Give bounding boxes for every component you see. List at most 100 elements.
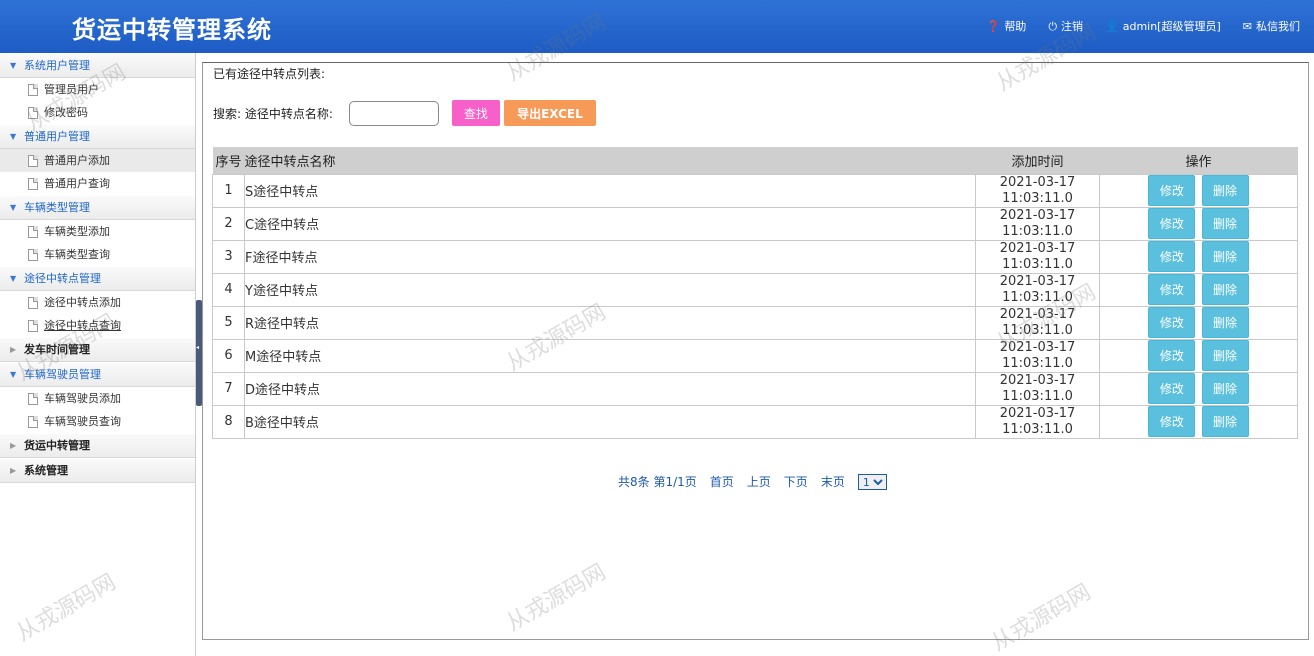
edit-button[interactable]: 修改 [1148, 307, 1196, 338]
header-link[interactable]: 👤 admin[超级管理员] [1105, 18, 1221, 34]
question-icon: ❓ [986, 19, 1001, 33]
page-heading: 已有途径中转点列表: [213, 67, 326, 81]
sidebar-item[interactable]: 车辆类型添加 [0, 220, 195, 243]
cell-actions: 修改 删除 [1099, 338, 1298, 373]
cell-clock: 11:03:11.0 [1002, 355, 1073, 371]
delete-button[interactable]: 删除 [1201, 373, 1249, 404]
cell-date: 2021-03-17 [999, 273, 1076, 289]
cell-time: 2021-03-17 11:03:11.0 [975, 305, 1100, 340]
sidebar-item-label: 车辆类型查询 [44, 248, 110, 261]
edit-button[interactable]: 修改 [1148, 208, 1196, 239]
edit-button[interactable]: 修改 [1148, 274, 1196, 305]
sidebar-item[interactable]: 车辆驾驶员添加 [0, 387, 195, 410]
edit-button[interactable]: 修改 [1148, 373, 1196, 404]
cell-actions: 修改 删除 [1099, 272, 1298, 307]
header-link[interactable]: ✉ 私信我们 [1243, 18, 1300, 34]
cell-time: 2021-03-17 11:03:11.0 [975, 371, 1100, 406]
find-button[interactable]: 查找 [451, 100, 500, 126]
cell-date: 2021-03-17 [999, 405, 1076, 421]
edit-button[interactable]: 修改 [1148, 175, 1196, 206]
sidebar-item[interactable]: 普通用户添加 [0, 149, 195, 172]
sidebar-group-label: 系统管理 [24, 464, 68, 477]
sidebar-group[interactable]: ▼ 途径中转点管理 [0, 266, 195, 291]
pager-prev-link[interactable]: 上页 [747, 473, 771, 490]
pager-first-link[interactable]: 首页 [710, 473, 734, 490]
cell-index: 5 [212, 305, 245, 340]
cell-name: M途径中转点 [244, 338, 976, 373]
search-label: 搜索: 途径中转点名称: [213, 106, 333, 121]
col-header-name: 途径中转点名称 [244, 147, 976, 174]
edit-button[interactable]: 修改 [1148, 340, 1196, 371]
cell-time: 2021-03-17 11:03:11.0 [975, 173, 1100, 208]
sidebar-group[interactable]: ▼ 车辆驾驶员管理 [0, 362, 195, 387]
page-select[interactable]: 1 [857, 473, 887, 490]
cell-date: 2021-03-17 [999, 306, 1076, 322]
sidebar-item[interactable]: 修改密码 [0, 101, 195, 124]
header-link-label: 私信我们 [1256, 20, 1300, 33]
export-excel-button[interactable]: 导出EXCEL [503, 100, 596, 126]
header-link-label: 注销 [1061, 20, 1084, 33]
sidebar-group[interactable]: ▶ 发车时间管理 [0, 337, 195, 362]
pager-next-link[interactable]: 下页 [784, 473, 808, 490]
cell-actions: 修改 删除 [1099, 206, 1298, 241]
sidebar-item[interactable]: 车辆类型查询 [0, 243, 195, 266]
sidebar-item[interactable]: 管理员用户 [0, 78, 195, 101]
sidebar-group-label: 发车时间管理 [24, 343, 90, 356]
pager-info: 共8条 第1/1页 [618, 475, 697, 489]
cell-index: 4 [212, 272, 245, 307]
delete-button[interactable]: 删除 [1201, 241, 1249, 272]
delete-button[interactable]: 删除 [1201, 274, 1249, 305]
sidebar-group[interactable]: ▼ 系统用户管理 [0, 53, 195, 78]
delete-button[interactable]: 删除 [1201, 340, 1249, 371]
delete-button[interactable]: 删除 [1201, 175, 1249, 206]
cell-index: 6 [212, 338, 245, 373]
edit-button[interactable]: 修改 [1148, 406, 1196, 437]
caret-down-icon: ▼ [10, 274, 17, 283]
delete-button[interactable]: 删除 [1201, 307, 1249, 338]
table-header-row: 序号 途径中转点名称 添加时间 操作 [212, 147, 1298, 174]
sidebar-group-label: 车辆驾驶员管理 [24, 368, 101, 381]
cell-index: 7 [212, 371, 245, 406]
mail-icon: ✉ [1242, 19, 1252, 33]
cell-time: 2021-03-17 11:03:11.0 [975, 404, 1100, 439]
sidebar-group[interactable]: ▶ 货运中转管理 [0, 433, 195, 458]
table-row: 2 C途径中转点 2021-03-17 11:03:11.0 修改 删除 [212, 206, 1298, 241]
sidebar-item-label: 普通用户添加 [44, 154, 110, 167]
sidebar-item-label: 普通用户查询 [44, 177, 110, 190]
document-icon [28, 319, 38, 332]
sidebar-item[interactable]: 普通用户查询 [0, 172, 195, 195]
search-input[interactable] [348, 100, 439, 126]
sidebar-item[interactable]: 途径中转点添加 [0, 291, 195, 314]
sidebar-group[interactable]: ▼ 普通用户管理 [0, 124, 195, 149]
col-header-time: 添加时间 [975, 147, 1100, 174]
pager-last-link[interactable]: 末页 [821, 473, 845, 490]
document-icon [28, 106, 38, 119]
col-header-actions: 操作 [1099, 147, 1298, 174]
document-icon [28, 392, 38, 405]
cell-clock: 11:03:11.0 [1002, 256, 1073, 272]
delete-button[interactable]: 删除 [1201, 406, 1249, 437]
cell-clock: 11:03:11.0 [1002, 388, 1073, 404]
table-row: 1 S途径中转点 2021-03-17 11:03:11.0 修改 删除 [212, 173, 1298, 208]
sidebar-item-label: 修改密码 [44, 106, 88, 119]
document-icon [28, 225, 38, 238]
caret-down-icon: ▼ [10, 132, 17, 141]
table-row: 8 B途径中转点 2021-03-17 11:03:11.0 修改 删除 [212, 404, 1298, 439]
sidebar-group[interactable]: ▶ 系统管理 [0, 458, 195, 483]
sidebar-group[interactable]: ▼ 车辆类型管理 [0, 195, 195, 220]
table-row: 6 M途径中转点 2021-03-17 11:03:11.0 修改 删除 [212, 338, 1298, 373]
sidebar-item-label: 车辆驾驶员添加 [44, 392, 121, 405]
cell-index: 2 [212, 206, 245, 241]
edit-button[interactable]: 修改 [1148, 241, 1196, 272]
sidebar: ▼ 系统用户管理 管理员用户 修改密码 ▼ 普通用户管理 普通用户添加 普通用户查询 ▼ 车辆类型… [0, 53, 196, 656]
header-link[interactable]: ⏻ 注销 [1048, 18, 1083, 34]
sidebar-item-label: 车辆类型添加 [44, 225, 110, 238]
sidebar-group-label: 普通用户管理 [24, 130, 90, 143]
header-link[interactable]: ❓ 帮助 [987, 18, 1027, 34]
sidebar-item[interactable]: 途径中转点查询 [0, 314, 195, 337]
cell-name: S途径中转点 [244, 173, 976, 208]
delete-button[interactable]: 删除 [1201, 208, 1249, 239]
cell-clock: 11:03:11.0 [1002, 190, 1073, 206]
sidebar-item[interactable]: 车辆驾驶员查询 [0, 410, 195, 433]
cell-name: F途径中转点 [244, 239, 976, 274]
